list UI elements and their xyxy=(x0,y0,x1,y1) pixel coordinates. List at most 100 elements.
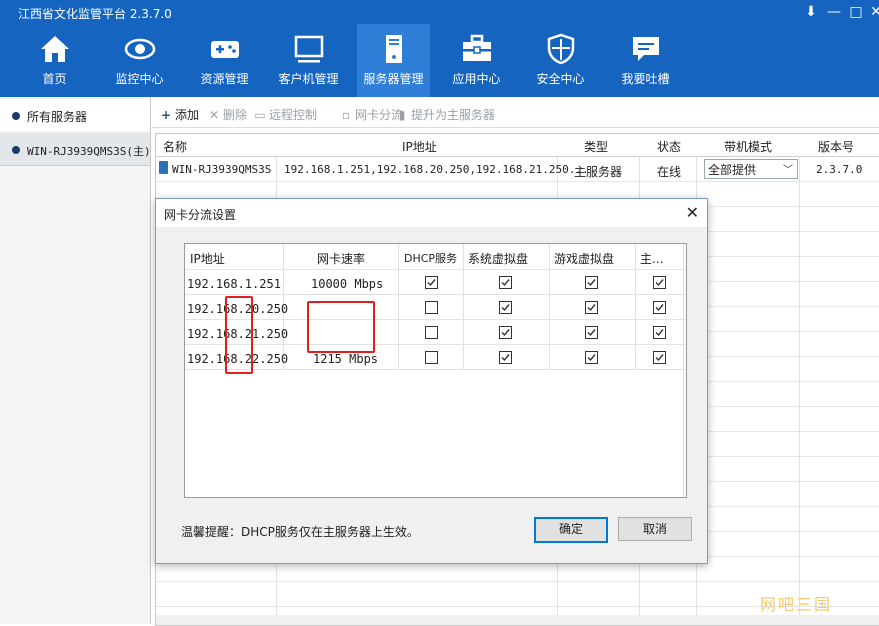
server-tree-panel: 所有服务器 WIN-RJ3939QMS3S(主) xyxy=(0,97,151,624)
bullet-icon xyxy=(12,112,20,120)
bandwidth-mode-select[interactable]: 全部提供 ﹀ xyxy=(704,159,798,179)
tab-label: 监控中心 xyxy=(115,72,164,86)
tab-feedback[interactable]: 我要吐槽 xyxy=(609,24,682,97)
check-icon xyxy=(501,329,510,337)
cancel-button[interactable]: 取消 xyxy=(618,517,692,541)
main-checkbox[interactable] xyxy=(653,326,666,339)
nic-rate: 1215 Mbps xyxy=(313,352,379,366)
tab-apps[interactable]: 应用中心 xyxy=(440,24,513,97)
sidebar-item-all-servers[interactable]: 所有服务器 xyxy=(0,99,150,131)
main-checkbox[interactable] xyxy=(653,276,666,289)
sys-disk-checkbox[interactable] xyxy=(499,301,512,314)
column-header-ip[interactable]: IP地址 xyxy=(402,138,437,155)
dhcp-checkbox[interactable] xyxy=(425,351,438,364)
check-icon xyxy=(501,279,510,287)
server-file-icon xyxy=(159,161,168,174)
column-header-sys-disk[interactable]: 系统虚拟盘 xyxy=(468,250,528,267)
hint-text: 温馨提醒：DHCP服务仅在主服务器上生效。 xyxy=(181,525,419,539)
check-icon xyxy=(587,329,596,337)
column-header-type[interactable]: 类型 xyxy=(584,138,608,155)
check-icon xyxy=(655,304,664,312)
tab-label: 客户机管理 xyxy=(278,72,339,86)
check-icon xyxy=(587,279,596,287)
dhcp-checkbox[interactable] xyxy=(425,276,438,289)
column-header-version[interactable]: 版本号 xyxy=(818,138,854,155)
column-header-ip[interactable]: IP地址 xyxy=(190,250,225,267)
column-header-name[interactable]: 名称 xyxy=(163,138,187,155)
grid-line xyxy=(185,369,686,370)
game-disk-checkbox[interactable] xyxy=(585,276,598,289)
app-window: 江西省文化监管平台 2.3.7.0 ⬇ — □ ✕ 首页 监控中心 资源管理 客… xyxy=(0,0,879,626)
dialog-titlebar: 网卡分流设置 ✕ xyxy=(156,199,707,227)
sys-disk-checkbox[interactable] xyxy=(499,351,512,364)
tab-resources[interactable]: 资源管理 xyxy=(188,24,261,97)
monitor-icon xyxy=(294,35,324,63)
delete-button[interactable]: ✕ 删除 xyxy=(208,106,247,123)
tab-label: 首页 xyxy=(42,72,67,86)
window-title: 江西省文化监管平台 2.3.7.0 xyxy=(18,7,172,21)
ok-button[interactable]: 确定 xyxy=(534,517,608,543)
delete-x-icon: ✕ xyxy=(208,108,220,122)
minimize-button[interactable]: — xyxy=(826,4,842,20)
column-header-mode[interactable]: 带机模式 xyxy=(724,138,772,155)
grid-line xyxy=(185,269,686,270)
close-window-button[interactable]: ✕ xyxy=(868,4,879,20)
close-icon[interactable]: ✕ xyxy=(686,203,699,222)
home-icon xyxy=(41,36,69,62)
dhcp-checkbox[interactable] xyxy=(425,301,438,314)
dhcp-checkbox[interactable] xyxy=(425,326,438,339)
tab-label: 应用中心 xyxy=(452,72,501,86)
promote-label: 提升为主服务器 xyxy=(411,108,496,122)
row-version: 2.3.7.0 xyxy=(816,163,863,176)
nic-rate: 10000 Mbps xyxy=(311,277,384,291)
game-disk-checkbox[interactable] xyxy=(585,301,598,314)
nic-split-button[interactable]: ▫ 网卡分流 xyxy=(340,106,403,123)
network-icon: ▫ xyxy=(341,108,351,122)
add-label: 添加 xyxy=(175,108,200,122)
tab-monitor[interactable]: 监控中心 xyxy=(103,24,176,97)
add-button[interactable]: + 添加 xyxy=(160,106,199,123)
sys-disk-checkbox[interactable] xyxy=(499,326,512,339)
sidebar-item-label: 所有服务器 xyxy=(27,110,88,124)
download-icon[interactable]: ⬇ xyxy=(803,4,819,20)
grid-line xyxy=(463,244,464,369)
grid-line xyxy=(683,244,684,497)
column-header-dhcp[interactable]: DHCP服务 xyxy=(404,250,457,266)
server-icon xyxy=(386,35,402,63)
grid-line xyxy=(156,581,879,582)
sidebar-item-server[interactable]: WIN-RJ3939QMS3S(主) xyxy=(0,133,151,166)
check-icon xyxy=(587,304,596,312)
main-checkbox[interactable] xyxy=(653,351,666,364)
feedback-icon xyxy=(633,37,659,61)
row-type: 主服务器 xyxy=(574,165,623,179)
maximize-button[interactable]: □ xyxy=(848,4,864,20)
tab-security[interactable]: 安全中心 xyxy=(524,24,597,97)
shield-icon xyxy=(547,33,575,65)
remote-control-button[interactable]: ▭ 远程控制 xyxy=(254,106,317,123)
game-disk-checkbox[interactable] xyxy=(585,351,598,364)
sys-disk-checkbox[interactable] xyxy=(499,276,512,289)
grid-line xyxy=(156,181,879,182)
sidebar-item-label: WIN-RJ3939QMS3S(主) xyxy=(27,145,151,158)
tab-clients[interactable]: 客户机管理 xyxy=(272,24,345,97)
row-status: 在线 xyxy=(657,165,682,179)
chevron-down-icon: ﹀ xyxy=(783,165,793,176)
dialog-title: 网卡分流设置 xyxy=(164,208,237,222)
grid-line xyxy=(398,244,399,369)
column-header-game-disk[interactable]: 游戏虚拟盘 xyxy=(554,250,614,267)
nic-split-dialog: 网卡分流设置 ✕ IP地址 网卡速率 DHCP服务 系统虚拟盘 游戏虚拟盘 主.… xyxy=(155,198,708,564)
nic-table: IP地址 网卡速率 DHCP服务 系统虚拟盘 游戏虚拟盘 主... 192.16… xyxy=(184,243,687,498)
check-icon xyxy=(655,279,664,287)
main-checkbox[interactable] xyxy=(653,301,666,314)
tab-servers[interactable]: 服务器管理 xyxy=(357,24,430,97)
column-header-status[interactable]: 状态 xyxy=(657,138,681,155)
game-disk-checkbox[interactable] xyxy=(585,326,598,339)
grid-line xyxy=(799,134,800,625)
row-ip: 192.168.1.251,192.168.20.250,192.168.21.… xyxy=(284,163,589,176)
promote-button[interactable]: ▮ 提升为主服务器 xyxy=(396,106,495,123)
remote-icon: ▭ xyxy=(254,108,266,122)
column-header-main[interactable]: 主... xyxy=(640,250,663,267)
tab-home[interactable]: 首页 xyxy=(18,24,91,97)
column-header-rate[interactable]: 网卡速率 xyxy=(317,250,365,267)
tab-label: 服务器管理 xyxy=(363,72,424,86)
